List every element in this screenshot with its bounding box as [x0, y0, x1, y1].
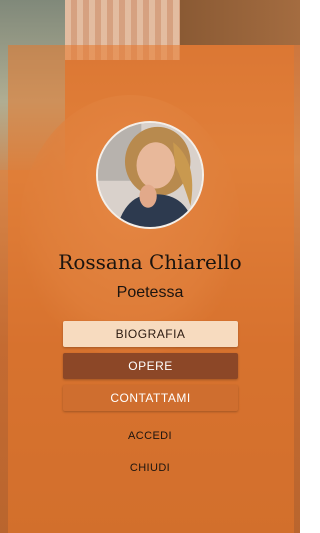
profile-role: Poetessa — [116, 284, 184, 301]
contattami-button[interactable]: CONTATTAMI — [63, 385, 238, 411]
chiudi-link[interactable]: CHIUDI — [0, 462, 300, 474]
biografia-button[interactable]: BIOGRAFIA — [63, 321, 238, 347]
accedi-link[interactable]: ACCEDI — [0, 430, 300, 442]
avatar — [96, 121, 204, 229]
opere-button[interactable]: OPERE — [63, 353, 238, 379]
avatar-portrait — [98, 123, 202, 227]
background-shelf — [180, 0, 300, 45]
profile-name: Rossana Chiarello — [58, 250, 242, 274]
